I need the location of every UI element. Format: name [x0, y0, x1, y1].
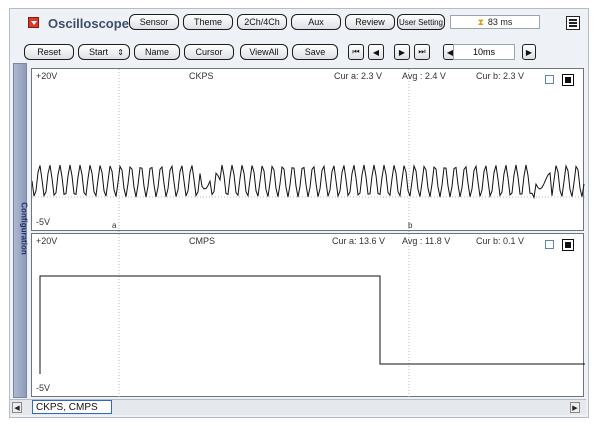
aux-button[interactable]: Aux — [291, 14, 341, 30]
cmps-stop-icon[interactable] — [562, 239, 574, 251]
horizontal-scrollbar[interactable]: ◀ CKPS, CMPS ▶ — [10, 399, 586, 415]
cmps-checkbox[interactable] — [545, 240, 554, 249]
ckps-avg: Avg : 2.4 V — [402, 71, 446, 81]
prev-icon[interactable]: ◀ — [368, 44, 384, 60]
start-label: Start — [89, 47, 109, 57]
cmps-cur-a: Cur a: 13.6 V — [332, 236, 386, 246]
ckps-waveform — [32, 164, 585, 200]
cursor-a-marker[interactable]: a — [112, 221, 116, 230]
cursor-b-marker[interactable]: b — [408, 221, 412, 230]
first-icon[interactable]: ⏮ — [348, 44, 364, 60]
reset-button[interactable]: Reset — [24, 44, 74, 60]
ckps-name: CKPS — [189, 71, 214, 81]
elapsed-time-value: 83 ms — [487, 17, 513, 27]
configuration-tab[interactable]: Configuration — [13, 63, 29, 398]
cmps-ymin: -5V — [36, 383, 51, 393]
elapsed-time-display: ⧗ 83 ms — [450, 15, 540, 29]
viewall-button[interactable]: ViewAll — [240, 44, 288, 60]
cmps-avg: Avg : 11.8 V — [402, 236, 451, 246]
last-icon[interactable]: ⏭ — [414, 44, 430, 60]
next-icon[interactable]: ▶ — [394, 44, 410, 60]
ckps-trace-area — [32, 69, 585, 232]
channels-button[interactable]: 2Ch/4Ch — [237, 14, 287, 30]
review-button[interactable]: Review — [345, 14, 395, 30]
configuration-label: Configuration — [19, 202, 29, 255]
start-select[interactable]: Start ⇕ — [78, 44, 130, 60]
time-scale-field[interactable]: 10ms — [453, 44, 515, 60]
ckps-cur-a: Cur a: 2.3 V — [334, 71, 383, 81]
ckps-cur-b: Cur b: 2.3 V — [476, 71, 525, 81]
cmps-ymax: +20V — [36, 236, 58, 246]
cmps-name: CMPS — [189, 236, 216, 246]
scale-right-icon[interactable]: ▶ — [522, 44, 536, 60]
menu-icon[interactable] — [566, 16, 580, 30]
save-button[interactable]: Save — [292, 44, 338, 60]
name-button[interactable]: Name — [134, 44, 180, 60]
scroll-left-icon[interactable]: ◀ — [12, 402, 22, 413]
ckps-ymax: +20V — [36, 71, 58, 81]
cmps-cur-b: Cur b: 0.1 V — [476, 236, 525, 246]
ckps-ymin: -5V — [36, 217, 51, 227]
theme-button[interactable]: Theme — [183, 14, 233, 30]
ckps-checkbox[interactable] — [545, 75, 554, 84]
ckps-plot[interactable]: +20V CKPS Cur a: 2.3 V Avg : 2.4 V Cur b… — [31, 68, 585, 232]
cmps-plot[interactable]: +20V CMPS Cur a: 13.6 V Avg : 11.8 V Cur… — [31, 233, 585, 398]
cmps-trace-area — [39, 234, 585, 398]
updown-icon: ⇕ — [117, 47, 124, 57]
cursor-button[interactable]: Cursor — [184, 44, 234, 60]
user-setting-button[interactable]: User Setting — [397, 14, 445, 30]
active-channels-label: CKPS, CMPS — [32, 400, 112, 414]
ckps-stop-icon[interactable] — [562, 74, 574, 86]
sensor-button[interactable]: Sensor — [129, 14, 179, 30]
cmps-waveform — [39, 275, 585, 374]
app-title: Oscilloscope — [48, 16, 129, 31]
logo-icon[interactable] — [28, 17, 39, 28]
hourglass-icon: ⧗ — [477, 16, 484, 27]
scroll-right-icon[interactable]: ▶ — [570, 402, 580, 413]
